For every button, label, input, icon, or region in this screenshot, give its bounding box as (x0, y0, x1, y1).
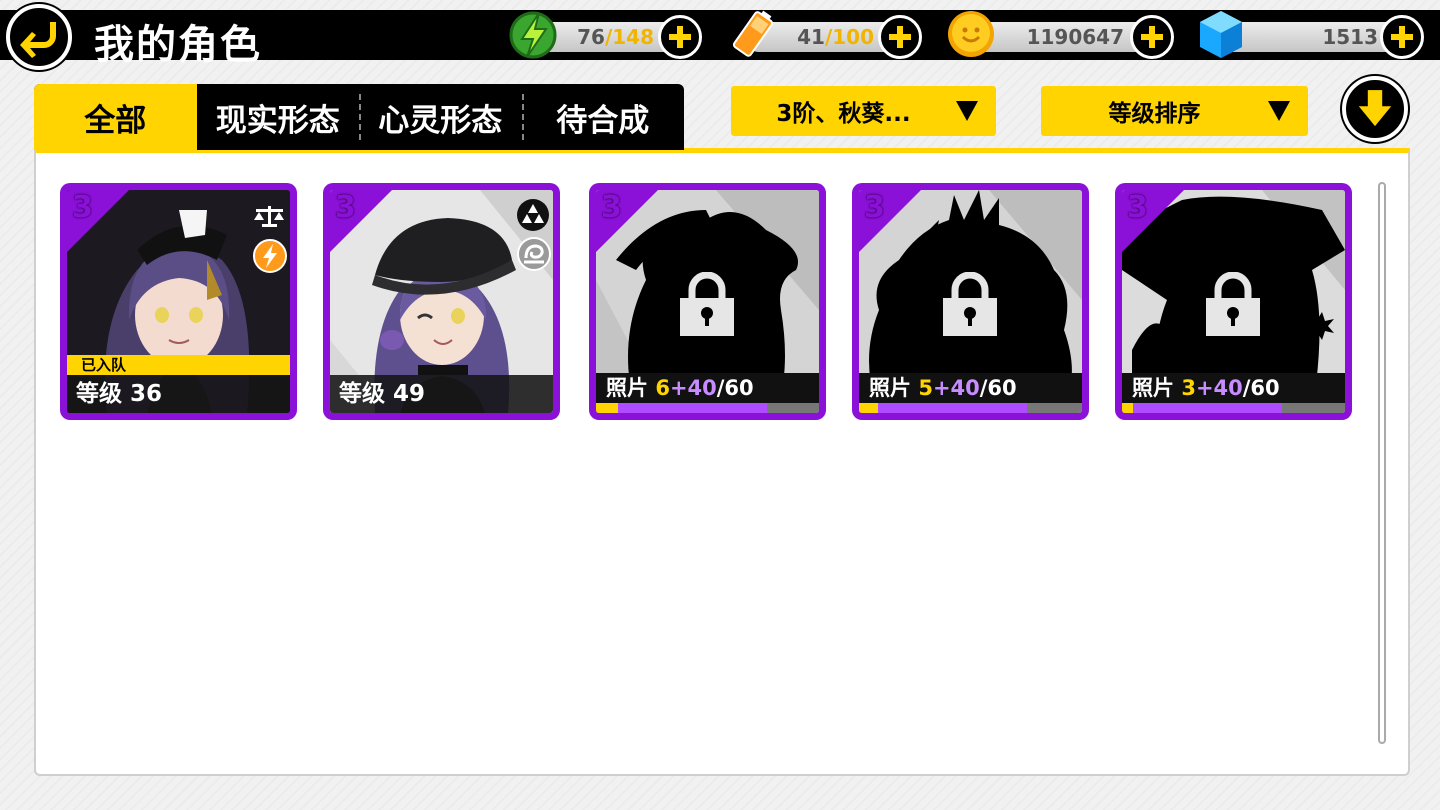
rank-filter-label: 3阶、秋葵... (776, 101, 911, 127)
energy-lightning-icon (509, 11, 557, 59)
list-scrollbar[interactable] (1378, 182, 1386, 744)
photo-progress-label: 照片 5+40/60 (859, 373, 1082, 403)
level-label: 等级 49 (330, 375, 553, 413)
photo-add: +40 (932, 376, 980, 400)
plus-icon (1391, 26, 1413, 48)
in-team-tag: 已入队 (67, 355, 290, 375)
tab-all[interactable]: 全部 (34, 84, 197, 150)
dropdown-triangle-icon (1268, 101, 1290, 121)
photo-need: /60 (1242, 376, 1280, 400)
battery-max: /100 (824, 25, 874, 49)
character-card[interactable]: 3 等级 49 (323, 183, 560, 420)
coins-resource: 1190647 (946, 11, 1176, 59)
sort-dropdown[interactable]: 等级排序 (1041, 86, 1308, 136)
battery-resource: 41/100 (726, 10, 926, 59)
level-label: 等级 36 (67, 375, 290, 413)
battery-add-button[interactable] (878, 15, 922, 59)
rank-number: 3 (601, 190, 622, 225)
scales-icon (254, 206, 284, 227)
photo-have: 5 (918, 376, 933, 400)
photo-progress-bar (859, 403, 1082, 413)
lock-icon (680, 272, 734, 336)
rank-number: 3 (864, 190, 885, 225)
sort-label: 等级排序 (1108, 101, 1201, 127)
battery-current: 41 (797, 25, 825, 49)
photo-progress-label: 照片 6+40/60 (596, 373, 819, 403)
lock-icon (943, 272, 997, 336)
arrow-down-icon (1358, 90, 1392, 127)
photo-progress-bar (1122, 403, 1345, 413)
page-title: 我的角色 (94, 22, 262, 68)
rank-number: 3 (335, 190, 356, 225)
lightning-icon (253, 239, 287, 273)
lock-icon (1206, 272, 1260, 336)
plus-icon (1141, 26, 1163, 48)
tab-reality-form[interactable]: 现实形态 (197, 84, 360, 150)
locked-character-card[interactable]: 3 照片 5+40/60 (852, 183, 1089, 420)
diamonds-value: 1513 (1322, 25, 1378, 49)
character-card[interactable]: 3 已入队 等级 36 (60, 183, 297, 420)
diamonds-resource: 1513 (1194, 11, 1430, 59)
tab-to-synthesize[interactable]: 待合成 (521, 84, 685, 150)
rank-number: 3 (72, 190, 93, 225)
photo-have: 6 (655, 376, 670, 400)
energy-max: /148 (604, 25, 654, 49)
photo-need: /60 (979, 376, 1017, 400)
photo-add: +40 (1195, 376, 1243, 400)
rank-filter-dropdown[interactable]: 3阶、秋葵... (731, 86, 996, 136)
diamonds-add-button[interactable] (1380, 15, 1424, 59)
coin-icon (948, 11, 994, 57)
battery-icon (732, 10, 774, 57)
plus-icon (669, 26, 691, 48)
back-arrow-icon (20, 22, 56, 58)
tab-bar: 全部 现实形态 心灵形态 待合成 (34, 84, 684, 150)
photo-have: 3 (1181, 376, 1196, 400)
photo-add: +40 (669, 376, 717, 400)
back-button[interactable] (6, 4, 72, 70)
locked-character-card[interactable]: 3 照片 3+40/60 (1115, 183, 1352, 420)
energy-resource: 76/148 (506, 11, 706, 59)
photo-need: /60 (716, 376, 754, 400)
sort-order-button[interactable] (1342, 76, 1408, 142)
triforce-icon (517, 199, 549, 231)
coins-value: 1190647 (1026, 25, 1124, 49)
photo-progress-bar (596, 403, 819, 413)
locked-character-card[interactable]: 3 照片 6+40/60 (589, 183, 826, 420)
photo-progress-label: 照片 3+40/60 (1122, 373, 1345, 403)
coins-add-button[interactable] (1130, 15, 1174, 59)
diamond-cube-icon (1200, 11, 1242, 58)
rank-number: 3 (1127, 190, 1148, 225)
energy-current: 76 (577, 25, 605, 49)
energy-add-button[interactable] (658, 15, 702, 59)
plus-icon (889, 26, 911, 48)
swirl-icon (517, 237, 551, 271)
dropdown-triangle-icon (956, 101, 978, 121)
tab-spirit-form[interactable]: 心灵形态 (359, 84, 522, 150)
